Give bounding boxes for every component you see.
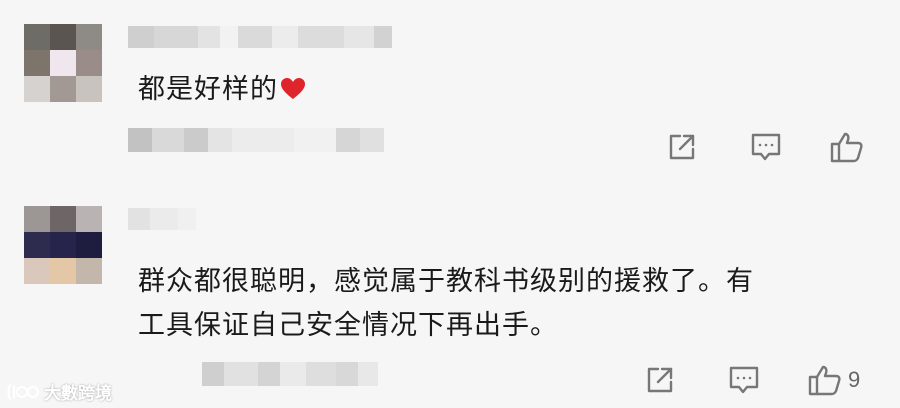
avatar[interactable]	[24, 206, 102, 284]
comment-meta-blurred	[202, 362, 378, 386]
comment-text: 都是好样的	[138, 68, 306, 112]
reply-button[interactable]	[750, 131, 782, 163]
share-icon	[647, 367, 673, 393]
comment-meta-blurred	[128, 128, 384, 152]
like-icon	[808, 365, 841, 396]
share-button[interactable]	[644, 364, 676, 396]
watermark-text: 大數跨境	[44, 384, 112, 404]
comment-item: 群众都很聪明，感觉属于教科书级别的援救了。有 工具保证自己安全情况下再出手。 9	[0, 190, 900, 408]
like-count: 9	[848, 367, 861, 392]
comment-line: 工具保证自己安全情况下再出手。	[138, 310, 558, 341]
comment-text: 群众都很聪明，感觉属于教科书级别的援救了。有 工具保证自己安全情况下再出手。	[138, 260, 754, 348]
username-blurred[interactable]	[128, 26, 392, 48]
reply-icon	[729, 366, 759, 394]
username-blurred[interactable]	[128, 208, 196, 230]
like-button[interactable]: 9	[808, 364, 860, 396]
comment-actions: 9	[644, 364, 860, 396]
reply-button[interactable]	[728, 364, 760, 396]
share-button[interactable]	[666, 131, 698, 163]
reply-icon	[751, 133, 781, 161]
comment-line-text: 都是好样的	[138, 74, 278, 105]
like-icon	[830, 132, 863, 163]
like-button[interactable]	[830, 131, 870, 163]
comment-line: 群众都很聪明，感觉属于教科书级别的援救了。有	[138, 266, 754, 297]
watermark: 大數跨境	[6, 379, 112, 404]
comment-line: 都是好样的	[138, 68, 306, 112]
watermark-logo-icon	[7, 383, 39, 400]
heart-emoji-icon	[281, 78, 305, 99]
avatar[interactable]	[24, 24, 102, 102]
comment-item: 都是好样的	[0, 0, 900, 185]
comment-actions	[666, 131, 870, 163]
share-icon	[669, 134, 695, 160]
